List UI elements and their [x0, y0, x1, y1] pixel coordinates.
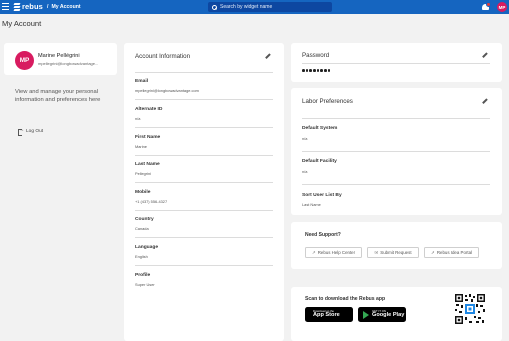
field-value-mobile: +1 (437) 556-4327	[135, 199, 168, 204]
envelope-icon: ✉	[374, 249, 379, 255]
divider	[302, 63, 490, 64]
top-nav-bar: rebus / My Account MP	[0, 0, 509, 14]
external-link-icon: ↗	[311, 249, 316, 255]
password-dot	[309, 69, 312, 72]
rebus-logo-mark-icon	[13, 2, 21, 11]
edit-labor-pencil-icon[interactable]	[482, 98, 487, 103]
edit-account-pencil-icon[interactable]	[265, 53, 270, 58]
divider	[135, 182, 273, 183]
field-label-first-name: First Name	[135, 135, 161, 140]
field-label-country: Country	[135, 217, 154, 222]
field-label-sort-user-list: Sort User List By	[302, 193, 342, 198]
masked-password	[302, 69, 331, 72]
google-play-badge[interactable]: GET IT ON Google Play	[358, 307, 406, 322]
breadcrumb: / My Account	[47, 4, 81, 10]
account-information-card: Account Information Email mpellegrini@lo…	[124, 43, 284, 341]
password-dot	[313, 69, 316, 72]
search-icon	[212, 4, 217, 10]
hamburger-menu-icon[interactable]	[2, 3, 9, 10]
account-info-text: View and manage your personal informatio…	[15, 89, 101, 103]
divider	[135, 210, 273, 211]
field-value-default-system: n/a	[302, 136, 308, 141]
password-dot	[305, 69, 309, 72]
password-card: Password	[291, 43, 502, 82]
support-title: Need Support?	[305, 232, 341, 238]
divider	[135, 155, 273, 156]
breadcrumb-current: My Account	[51, 3, 81, 10]
field-label-last-name: Last Name	[135, 162, 160, 167]
divider	[135, 99, 273, 100]
support-card: Need Support? ↗ Rebus Help Center ✉ Subm…	[291, 222, 502, 269]
notifications-bell-icon[interactable]	[481, 2, 491, 12]
profile-card: MP Marine Pellégrini mpellegrini@longbow…	[4, 43, 117, 75]
field-label-default-system: Default System	[302, 126, 338, 131]
divider	[135, 237, 273, 238]
google-play-big: Google Play	[372, 312, 405, 319]
account-information-heading: Account Information	[135, 53, 191, 60]
field-label-email: Email	[135, 79, 149, 84]
app-store-big: App Store	[313, 312, 340, 319]
download-title: Scan to download the Rebus app	[305, 296, 386, 302]
field-value-profile: Super User	[135, 282, 155, 287]
field-label-profile: Profile	[135, 273, 151, 278]
widget-search[interactable]	[208, 2, 332, 12]
password-dot	[327, 69, 331, 72]
field-label-alternate-id: Alternate ID	[135, 107, 163, 112]
page-title: My Account	[2, 19, 42, 28]
rebus-logo[interactable]: rebus	[13, 2, 43, 11]
lightbulb-icon: ➚	[430, 249, 435, 255]
app-store-badge[interactable]: Download on the App Store	[305, 307, 353, 322]
logo-text: rebus	[22, 2, 43, 11]
field-value-language: English	[135, 254, 148, 259]
labor-preferences-card: Labor Preferences Default System n/a Def…	[291, 88, 502, 215]
password-dot	[302, 69, 305, 72]
field-label-mobile: Mobile	[135, 190, 151, 195]
password-heading: Password	[302, 52, 330, 59]
field-label-language: Language	[135, 245, 159, 250]
search-input[interactable]	[220, 4, 330, 10]
field-value-country: Canada	[135, 226, 149, 231]
help-center-button[interactable]: ↗ Rebus Help Center	[305, 247, 362, 258]
breadcrumb-separator: /	[47, 3, 49, 10]
submit-request-button[interactable]: ✉ Submit Request	[367, 247, 419, 258]
avatar: MP	[15, 51, 34, 70]
divider	[302, 151, 490, 152]
divider	[302, 184, 490, 185]
help-center-label: Rebus Help Center	[317, 250, 356, 255]
logout-button[interactable]: Log Out	[18, 127, 44, 136]
field-value-alternate-id: n/a	[135, 116, 141, 121]
qr-code-icon	[454, 293, 486, 325]
field-value-email: mpellegrini@longbowadvantage.com	[135, 88, 199, 93]
logout-label: Log Out	[26, 129, 44, 134]
notification-badge	[486, 2, 491, 7]
logout-icon	[18, 127, 24, 136]
idea-portal-button[interactable]: ➚ Rebus Idea Portal	[424, 247, 479, 258]
user-menu-avatar[interactable]: MP	[497, 2, 507, 12]
field-label-default-facility: Default Facility	[302, 159, 337, 164]
edit-password-pencil-icon[interactable]	[482, 52, 487, 57]
divider	[302, 118, 490, 119]
google-play-icon	[363, 310, 369, 319]
divider	[135, 72, 273, 73]
password-dot	[316, 69, 320, 72]
divider	[135, 265, 273, 266]
submit-request-label: Submit Request	[380, 250, 412, 255]
field-value-first-name: Marine	[135, 144, 147, 149]
profile-email: mpellegrini@longbowadvantage...	[38, 60, 99, 66]
field-value-last-name: Pellegrini	[135, 171, 152, 176]
profile-name: Marine Pellégrini	[38, 53, 80, 59]
idea-portal-label: Rebus Idea Portal	[436, 250, 472, 255]
field-value-sort-user-list: Last Name	[302, 202, 321, 207]
labor-preferences-heading: Labor Preferences	[302, 98, 353, 105]
divider	[135, 127, 273, 128]
password-dot	[324, 69, 327, 72]
download-app-card: Scan to download the Rebus app Download …	[291, 287, 502, 341]
field-value-default-facility: n/a	[302, 169, 308, 174]
password-dot	[320, 69, 324, 72]
